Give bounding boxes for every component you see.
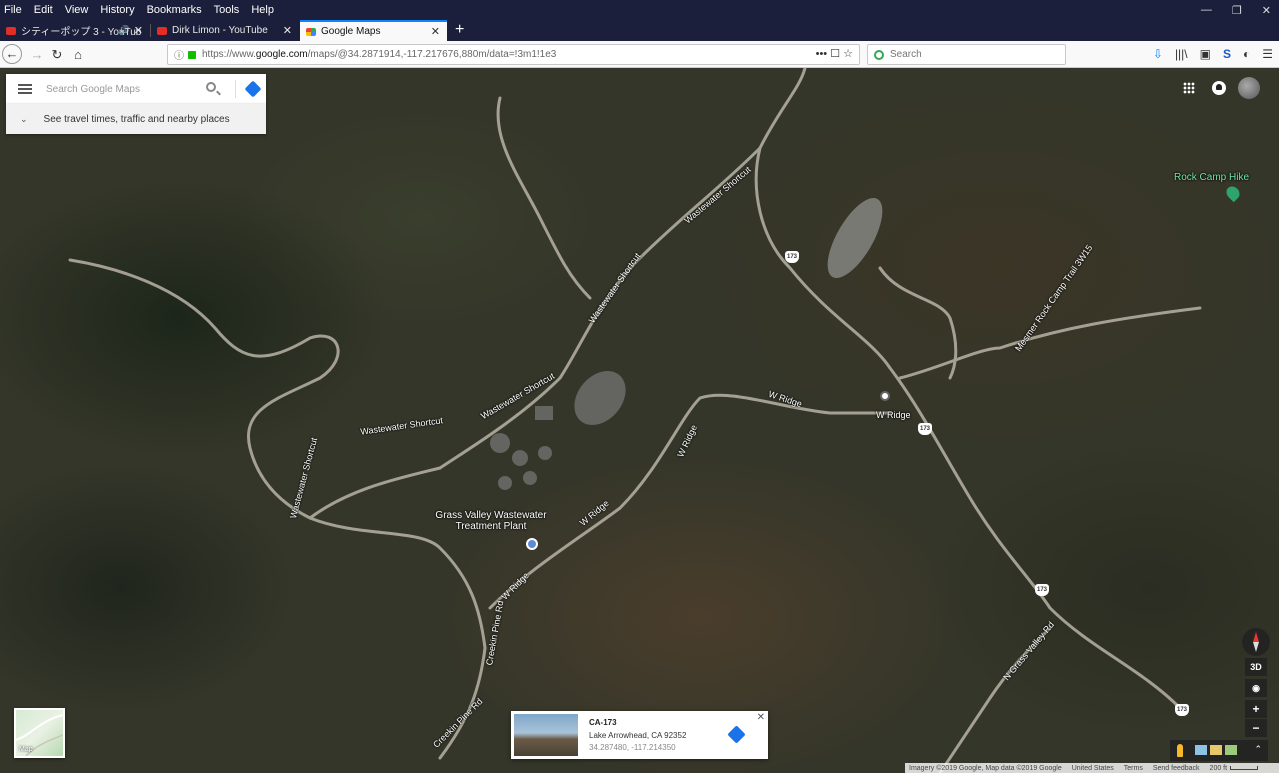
scale-label[interactable]: 200 ft: [1210, 765, 1259, 772]
my-location-button[interactable]: ◉: [1245, 679, 1267, 697]
imagery-credit: Imagery ©2019 Google, Map data ©2019 Goo…: [909, 764, 1062, 772]
send-feedback-link[interactable]: Send feedback: [1153, 765, 1200, 772]
street-view-thumbnail[interactable]: [514, 714, 578, 756]
url-bar[interactable]: ⓘ https://www.google.com/maps/@34.287191…: [167, 44, 860, 65]
extension-icon[interactable]: ◐: [1243, 47, 1250, 61]
compass-icon[interactable]: [1242, 628, 1270, 656]
road-label: W Ridge: [876, 410, 911, 420]
search-engine-icon: [874, 49, 884, 60]
menu-file[interactable]: File: [4, 4, 22, 16]
reload-button[interactable]: ↻: [46, 44, 68, 66]
expand-icon[interactable]: ⌃: [1254, 744, 1262, 755]
route-173-shield: 173: [1035, 584, 1049, 596]
card-title: CA-173: [589, 718, 617, 727]
card-address: Lake Arrowhead, CA 92352: [589, 731, 687, 740]
location-pin-icon[interactable]: [880, 391, 890, 401]
info-icon[interactable]: ⓘ: [174, 47, 184, 62]
imagery-thumb-icon[interactable]: [1210, 745, 1222, 755]
divider: [235, 80, 236, 98]
tab-bar: シティーポップ 3 - YouTub 🔊 ✕ Dirk Limon - YouT…: [0, 20, 1279, 41]
scale-bar: [1230, 765, 1259, 770]
audio-icon[interactable]: 🔊: [119, 25, 130, 36]
location-info-card[interactable]: CA-173 Lake Arrowhead, CA 92352 34.28748…: [511, 711, 768, 759]
zoom-in-button[interactable]: +: [1245, 700, 1267, 718]
tab-close-button[interactable]: ✕: [134, 24, 143, 37]
tab-youtube-citypop[interactable]: シティーポップ 3 - YouTub 🔊 ✕: [0, 20, 150, 41]
sidebar-icon[interactable]: ▣: [1200, 47, 1211, 61]
maps-search-box: [6, 74, 266, 104]
road-network: [68, 68, 1202, 773]
tab-title: Dirk Limon - YouTube: [172, 25, 268, 36]
apps-grid-icon[interactable]: [1183, 82, 1195, 94]
avatar[interactable]: [1238, 77, 1260, 99]
close-window-button[interactable]: ✕: [1262, 4, 1271, 17]
card-coordinates: 34.287480, -117.214350: [589, 743, 676, 752]
imagery-thumb-icon[interactable]: [1225, 745, 1237, 755]
lock-icon: [188, 50, 196, 59]
zoom-out-button[interactable]: −: [1245, 719, 1267, 737]
pegman-icon[interactable]: [1177, 744, 1183, 757]
poi-rock-camp-hike[interactable]: Rock Camp Hike: [1174, 172, 1249, 183]
route-173-shield: 173: [918, 423, 932, 435]
tab-youtube-dirk[interactable]: Dirk Limon - YouTube ✕: [151, 20, 299, 41]
youtube-icon: [6, 26, 16, 35]
menu-bar: File Edit View History Bookmarks Tools H…: [0, 0, 1279, 20]
restore-button[interactable]: ❐: [1232, 4, 1242, 17]
route-173-shield: 173: [785, 251, 799, 263]
map-type-toggle[interactable]: Map: [14, 708, 65, 758]
map-attribution: Imagery ©2019 Google, Map data ©2019 Goo…: [905, 763, 1279, 773]
menu-bookmarks[interactable]: Bookmarks: [147, 4, 202, 16]
menu-tools[interactable]: Tools: [214, 4, 240, 16]
tilt-3d-button[interactable]: 3D: [1245, 658, 1267, 676]
hamburger-menu-icon[interactable]: ☰: [1262, 47, 1273, 61]
imagery-thumb-icon[interactable]: [1195, 745, 1207, 755]
minimize-button[interactable]: —: [1201, 4, 1212, 16]
travel-times-text: See travel times, traffic and nearby pla…: [43, 113, 230, 125]
library-icon[interactable]: |||\: [1175, 47, 1188, 61]
page-actions[interactable]: ••• ☐ ☆: [816, 47, 853, 60]
home-button[interactable]: ⌂: [67, 44, 89, 66]
navigation-bar: ← → ↻ ⌂ ⓘ https://www.google.com/maps/@3…: [0, 41, 1279, 68]
back-button[interactable]: ←: [2, 44, 22, 64]
menu-edit[interactable]: Edit: [34, 4, 53, 16]
route-173-shield: 173: [1175, 704, 1189, 716]
map-type-label: Map: [19, 746, 33, 753]
poi-grass-valley-plant[interactable]: Grass Valley Wastewater Treatment Plant: [435, 510, 547, 532]
directions-icon[interactable]: [727, 725, 746, 744]
tab-title: Google Maps: [321, 26, 381, 37]
terms-link[interactable]: Terms: [1124, 765, 1143, 772]
facility-icon[interactable]: [526, 538, 538, 550]
satellite-map[interactable]: Wastewater Shortcut Wastewater Shortcut …: [0, 68, 1279, 773]
extension-s-icon[interactable]: S: [1223, 47, 1231, 61]
search-icon[interactable]: [206, 82, 216, 92]
menu-history[interactable]: History: [100, 4, 134, 16]
browser-search-field[interactable]: Search: [867, 44, 1066, 65]
tab-google-maps[interactable]: Google Maps ✕: [300, 20, 447, 41]
hamburger-menu-icon[interactable]: [18, 84, 32, 94]
url-text[interactable]: https://www.google.com/maps/@34.2871914,…: [202, 49, 556, 60]
directions-icon[interactable]: [244, 80, 262, 98]
youtube-icon: [157, 26, 167, 35]
imagery-bar: ⌃: [1170, 740, 1268, 761]
browser-search-placeholder: Search: [890, 49, 922, 60]
window-controls: — ❐ ✕: [1201, 0, 1271, 20]
forward-button[interactable]: →: [26, 44, 48, 66]
country-link[interactable]: United States: [1072, 765, 1114, 772]
notifications-icon[interactable]: [1212, 81, 1226, 95]
menu-view[interactable]: View: [65, 4, 89, 16]
new-tab-button[interactable]: +: [455, 20, 464, 41]
tab-close-button[interactable]: ✕: [283, 24, 292, 37]
toolbar-icons: ⇩ |||\ ▣ S ◐ ☰: [1153, 47, 1273, 61]
menu-help[interactable]: Help: [251, 4, 274, 16]
maps-search-input[interactable]: [46, 83, 196, 95]
travel-times-bar[interactable]: ⌄ See travel times, traffic and nearby p…: [6, 104, 266, 134]
tab-close-button[interactable]: ✕: [431, 25, 440, 38]
chevron-down-icon: ⌄: [20, 113, 28, 124]
google-maps-icon: [306, 27, 316, 36]
download-icon[interactable]: ⇩: [1153, 47, 1163, 61]
close-icon[interactable]: ✕: [757, 712, 765, 723]
